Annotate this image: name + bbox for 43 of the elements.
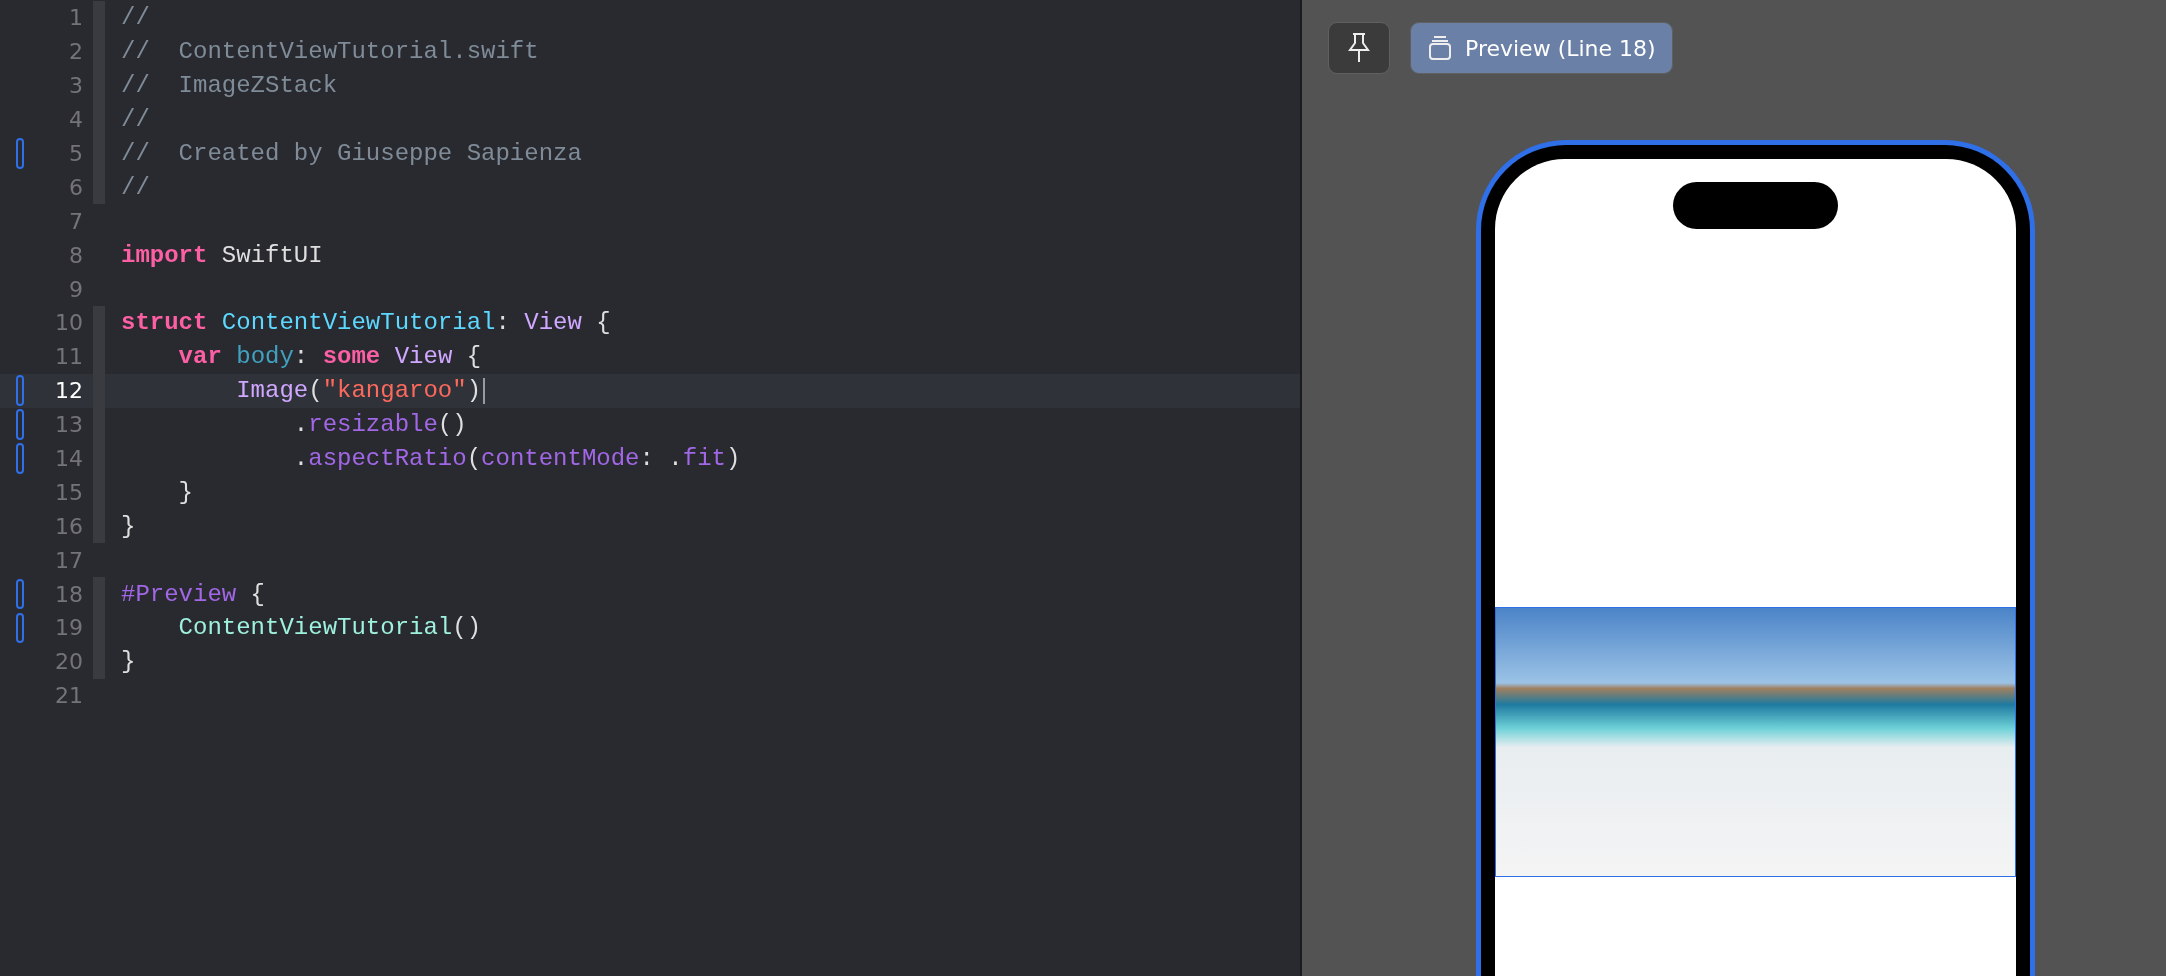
line-number: 17 bbox=[54, 547, 83, 573]
code-line: // bbox=[121, 4, 150, 32]
code-line: #Preview { bbox=[121, 580, 266, 608]
code-line: } bbox=[121, 512, 136, 540]
line-number: 7 bbox=[68, 208, 83, 234]
code-line: struct ContentViewTutorial: View { bbox=[121, 309, 611, 337]
line-number: 12 bbox=[54, 378, 83, 404]
line-number: 8 bbox=[68, 242, 83, 268]
code-line: ContentViewTutorial() bbox=[177, 614, 482, 642]
line-number: 20 bbox=[54, 649, 83, 675]
line-number: 2 bbox=[68, 39, 83, 65]
pin-icon bbox=[1347, 32, 1371, 64]
preview-button[interactable]: Preview (Line 18) bbox=[1410, 22, 1673, 74]
code-line: // Created by Giuseppe Sapienza bbox=[121, 140, 582, 167]
pin-button[interactable] bbox=[1328, 22, 1390, 74]
line-number: 13 bbox=[54, 412, 83, 438]
line-number: 6 bbox=[68, 174, 83, 200]
line-number: 19 bbox=[54, 615, 83, 641]
line-number: 9 bbox=[68, 276, 83, 302]
code-line: .aspectRatio(contentMode: .fit) bbox=[292, 445, 741, 472]
line-number: 1 bbox=[68, 5, 83, 31]
text-cursor bbox=[483, 377, 486, 404]
line-number: 16 bbox=[54, 513, 83, 539]
code-line: // bbox=[121, 106, 150, 134]
code-line: Image("kangaroo") bbox=[235, 377, 482, 405]
code-line: import SwiftUI bbox=[121, 241, 323, 269]
line-number: 14 bbox=[54, 446, 83, 471]
code-line: .resizable() bbox=[292, 411, 467, 439]
line-number: 21 bbox=[54, 683, 83, 709]
code-line: // bbox=[121, 173, 150, 201]
line-number: 4 bbox=[68, 107, 83, 133]
code-line: // ImageZStack bbox=[121, 72, 338, 100]
code-line: // ContentViewTutorial.swift bbox=[121, 38, 539, 66]
stack-icon bbox=[1427, 35, 1453, 61]
line-number: 3 bbox=[68, 73, 83, 99]
code-line: var body: some View { bbox=[177, 343, 482, 371]
line-number: 18 bbox=[54, 581, 83, 607]
line-number: 11 bbox=[54, 344, 83, 370]
code-line: } bbox=[121, 648, 136, 676]
line-number: 5 bbox=[68, 141, 83, 166]
line-number: 10 bbox=[54, 310, 83, 336]
line-number: 15 bbox=[54, 479, 83, 505]
code-line: } bbox=[177, 478, 193, 506]
